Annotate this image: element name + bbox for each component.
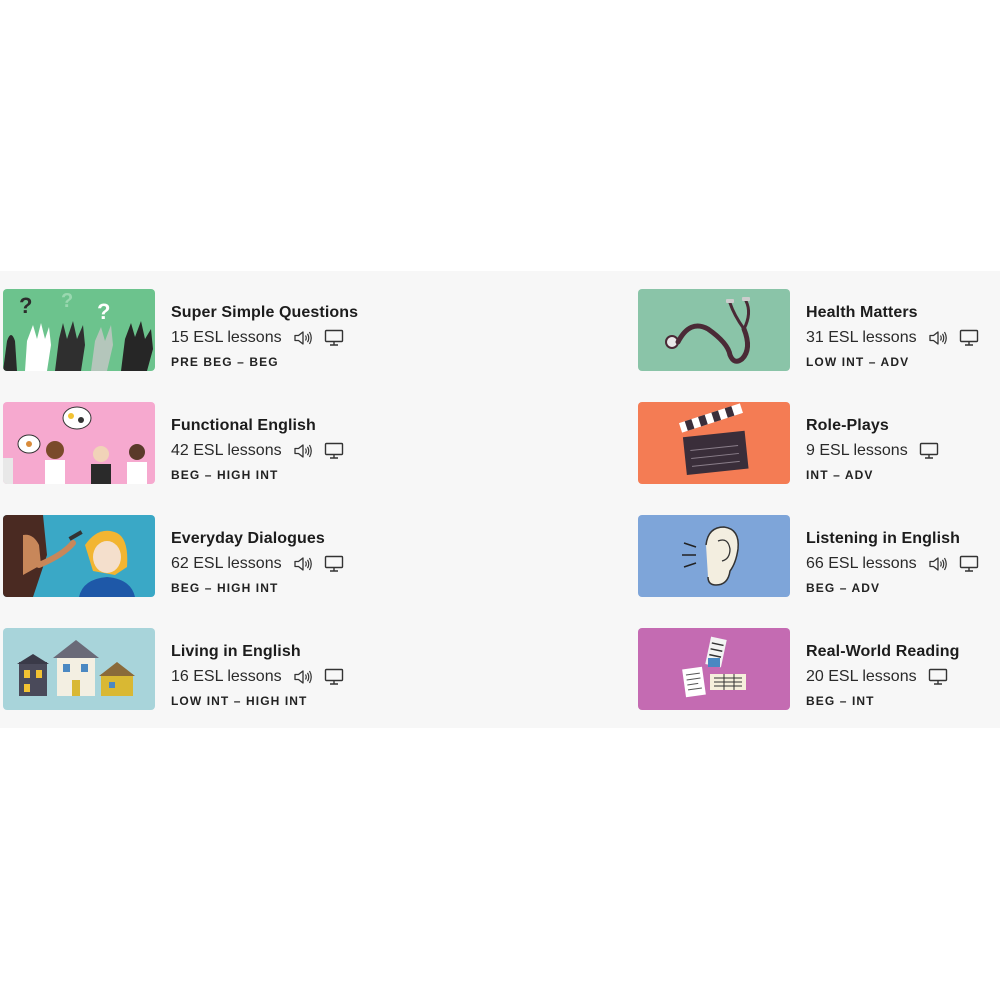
course-meta: 42 ESL lessons — [171, 441, 344, 461]
course-title[interactable]: Super Simple Questions — [171, 304, 358, 322]
speaker-icon — [293, 669, 313, 685]
course-card-role-plays[interactable]: Role-Plays 9 ESL lessons INT – ADV — [638, 402, 998, 484]
course-card-everyday-dialogues[interactable]: Everyday Dialogues 62 ESL lessons BEG – … — [3, 515, 363, 597]
monitor-icon — [324, 442, 344, 460]
course-title[interactable]: Everyday Dialogues — [171, 530, 325, 548]
course-thumbnail-houses[interactable] — [3, 628, 155, 710]
course-card-super-simple-questions[interactable]: ? ? ? Super Simple Questions 15 ESL less… — [3, 289, 363, 371]
lesson-count: 16 ESL lessons — [171, 668, 282, 685]
course-title[interactable]: Real-World Reading — [806, 643, 960, 661]
monitor-icon — [959, 555, 979, 573]
ear-illustration — [638, 515, 790, 597]
course-level: LOW INT – ADV — [806, 355, 910, 369]
hands-questions-illustration: ? ? ? — [3, 289, 155, 371]
speaker-icon — [293, 330, 313, 346]
course-meta: 16 ESL lessons — [171, 667, 344, 687]
speaker-icon — [293, 443, 313, 459]
course-meta: 20 ESL lessons — [806, 667, 948, 687]
course-level: LOW INT – HIGH INT — [171, 694, 308, 708]
course-title[interactable]: Role-Plays — [806, 417, 889, 435]
lesson-count: 66 ESL lessons — [806, 555, 917, 572]
lesson-count: 42 ESL lessons — [171, 442, 282, 459]
course-thumbnail-clapperboard[interactable] — [638, 402, 790, 484]
speaker-icon — [928, 330, 948, 346]
clapperboard-illustration — [638, 402, 790, 484]
course-level: BEG – ADV — [806, 581, 881, 595]
course-card-living-in-english[interactable]: Living in English 16 ESL lessons LOW INT… — [3, 628, 363, 710]
documents-illustration — [638, 628, 790, 710]
course-level: BEG – HIGH INT — [171, 581, 279, 595]
course-card-real-world-reading[interactable]: Real-World Reading 20 ESL lessons BEG – … — [638, 628, 998, 710]
course-level: PRE BEG – BEG — [171, 355, 279, 369]
course-meta: 9 ESL lessons — [806, 441, 939, 461]
svg-text:?: ? — [19, 293, 32, 318]
course-level: INT – ADV — [806, 468, 874, 482]
course-card-listening-in-english[interactable]: Listening in English 66 ESL lessons BEG … — [638, 515, 998, 597]
svg-text:?: ? — [61, 290, 73, 312]
monitor-icon — [324, 329, 344, 347]
lesson-count: 31 ESL lessons — [806, 329, 917, 346]
course-card-health-matters[interactable]: Health Matters 31 ESL lessons LOW INT – … — [638, 289, 998, 371]
course-meta: 15 ESL lessons — [171, 328, 344, 348]
lesson-count: 62 ESL lessons — [171, 555, 282, 572]
lesson-count: 20 ESL lessons — [806, 668, 917, 685]
monitor-icon — [959, 329, 979, 347]
svg-text:?: ? — [97, 299, 110, 324]
course-thumbnail-people-talking[interactable] — [3, 402, 155, 484]
lesson-count: 15 ESL lessons — [171, 329, 282, 346]
houses-illustration — [3, 628, 155, 710]
course-meta: 31 ESL lessons — [806, 328, 979, 348]
course-thumbnail-stethoscope[interactable] — [638, 289, 790, 371]
course-thumbnail-documents[interactable] — [638, 628, 790, 710]
speaker-icon — [293, 556, 313, 572]
course-meta: 66 ESL lessons — [806, 554, 979, 574]
course-card-functional-english[interactable]: Functional English 42 ESL lessons BEG – … — [3, 402, 363, 484]
stethoscope-illustration — [638, 289, 790, 371]
speaker-icon — [928, 556, 948, 572]
course-level: BEG – INT — [806, 694, 875, 708]
people-talking-illustration — [3, 402, 155, 484]
monitor-icon — [324, 555, 344, 573]
monitor-icon — [324, 668, 344, 686]
monitor-icon — [919, 442, 939, 460]
course-title[interactable]: Listening in English — [806, 530, 960, 548]
course-meta: 62 ESL lessons — [171, 554, 344, 574]
lesson-count: 9 ESL lessons — [806, 442, 908, 459]
course-title[interactable]: Functional English — [171, 417, 316, 435]
course-thumbnail-ear[interactable] — [638, 515, 790, 597]
hairdresser-illustration — [3, 515, 155, 597]
course-thumbnail-hairdresser[interactable] — [3, 515, 155, 597]
course-title[interactable]: Living in English — [171, 643, 301, 661]
course-title[interactable]: Health Matters — [806, 304, 918, 322]
monitor-icon — [928, 668, 948, 686]
course-level: BEG – HIGH INT — [171, 468, 279, 482]
course-list-panel: ? ? ? Super Simple Questions 15 ESL less… — [0, 271, 1000, 728]
course-thumbnail-hands-questions[interactable]: ? ? ? — [3, 289, 155, 371]
